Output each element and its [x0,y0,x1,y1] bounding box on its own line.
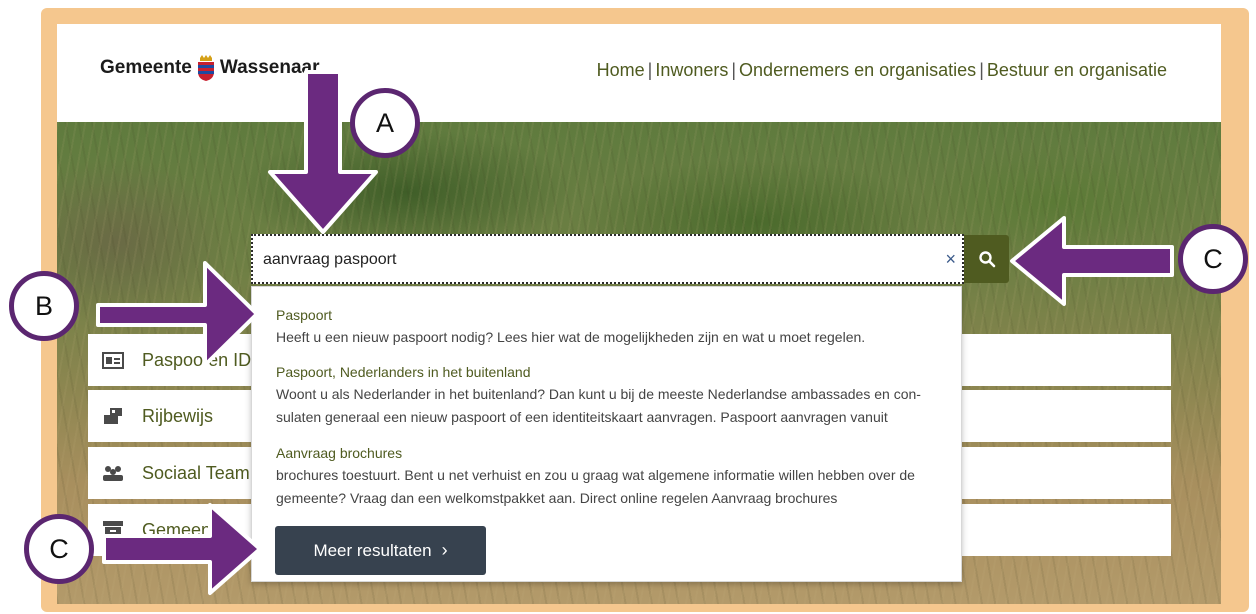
annotation-badge-c: C [24,514,94,584]
arrow-a [268,70,378,234]
annotation-badge-c: C [1178,224,1248,294]
arrow-c-top [1010,216,1174,306]
arrow-c-bottom [102,503,262,595]
annotation-arrows [96,70,1174,595]
arrow-b [96,261,259,367]
annotation-badge-a: A [350,88,420,158]
annotation-badge-b: B [9,271,79,341]
